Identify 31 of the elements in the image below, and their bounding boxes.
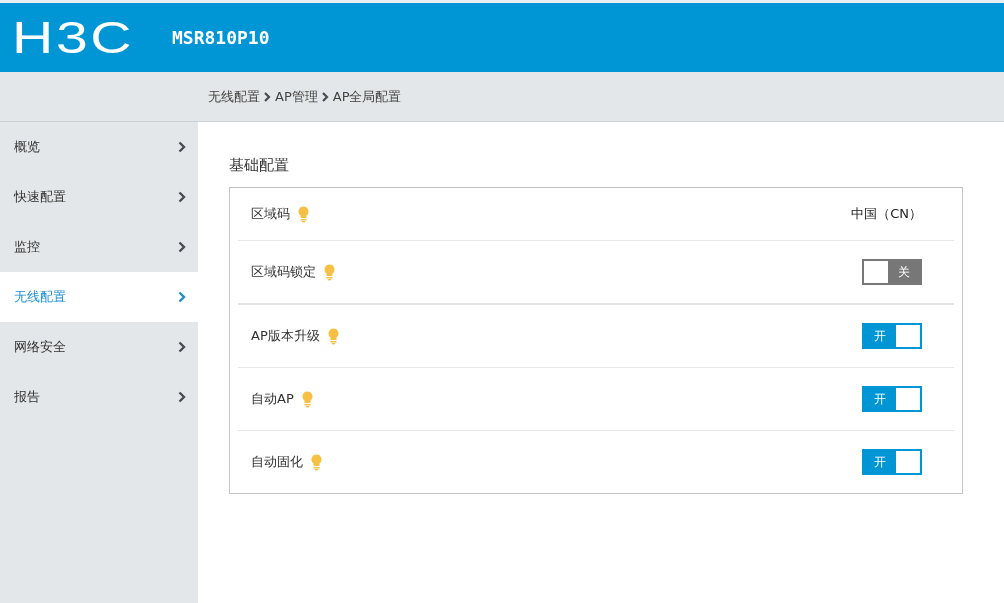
chevron-right-icon (264, 91, 271, 102)
chevron-right-icon (178, 391, 186, 403)
toggle-switch[interactable]: 关 (862, 259, 922, 285)
lightbulb-icon[interactable] (324, 263, 335, 281)
sidebar-item[interactable]: 无线配置 (0, 272, 198, 322)
section-title: 基础配置 (229, 156, 290, 175)
lightbulb-icon[interactable] (311, 453, 322, 471)
chevron-right-icon (178, 291, 186, 303)
lightbulb-icon[interactable] (298, 205, 309, 223)
setting-value: 中国（CN） (851, 205, 922, 223)
setting-label: 区域码 (251, 205, 290, 223)
setting-label: 自动固化 (251, 453, 303, 471)
sidebar-item[interactable]: 概览 (0, 122, 198, 172)
chevron-right-icon (178, 191, 186, 203)
sidebar-item[interactable]: 报告 (0, 372, 198, 422)
setting-label: AP版本升级 (251, 327, 320, 345)
setting-label: 自动AP (251, 390, 294, 408)
breadcrumb-item[interactable]: AP全局配置 (332, 87, 402, 106)
lightbulb-icon[interactable] (327, 327, 339, 345)
sidebar-item[interactable]: 快速配置 (0, 172, 198, 222)
sidebar-item[interactable]: 监控 (0, 222, 198, 272)
sidebar-item[interactable]: 网络安全 (0, 322, 198, 372)
setting-label: 区域码锁定 (251, 263, 316, 281)
chevron-right-icon (321, 91, 329, 102)
breadcrumb-item[interactable]: AP管理 (275, 87, 318, 106)
lightbulb-icon[interactable] (301, 390, 313, 408)
chevron-right-icon (178, 141, 186, 153)
device-model: MSR810P10 (172, 27, 270, 48)
chevron-right-icon (178, 241, 186, 253)
breadcrumb-item[interactable]: 无线配置 (208, 87, 260, 106)
chevron-right-icon (178, 341, 186, 353)
